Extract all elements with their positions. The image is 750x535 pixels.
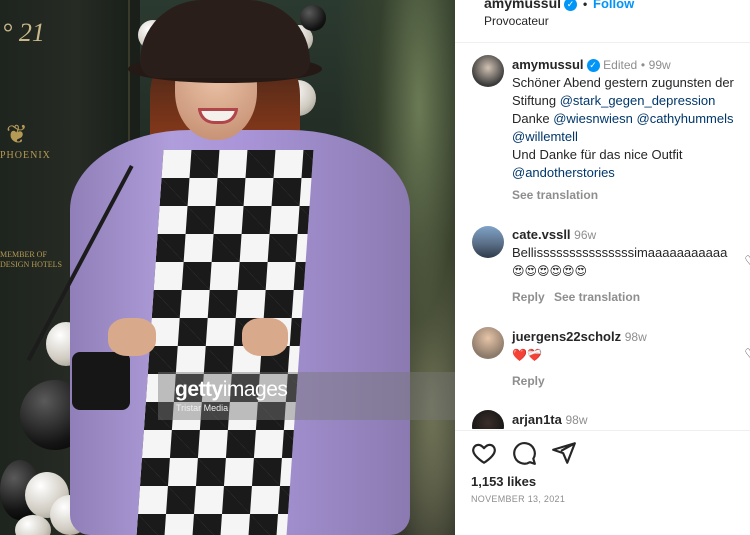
left-hand — [108, 318, 156, 356]
comment-emojis: ❤️❤️‍🩹 — [512, 348, 542, 362]
avatar[interactable] — [472, 55, 504, 87]
avatar[interactable] — [472, 410, 504, 429]
post-photo[interactable]: ° 21 ❦ PHOENIX MEMBER OF DESIGN HOTELS g… — [0, 0, 455, 535]
verified-badge-icon: ✓ — [564, 0, 578, 11]
comment-emojis: 😍😍😍😍😍😍 — [512, 264, 588, 278]
likes-count[interactable]: 1,153 likes — [471, 474, 536, 489]
mention-link[interactable]: @willemtell — [512, 129, 578, 144]
comment-clip: arjan1ta 98w — [455, 405, 750, 429]
watermark-brand-bold: getty — [175, 378, 223, 401]
heart-icon[interactable] — [471, 440, 497, 466]
comment-username[interactable]: juergens22scholz — [512, 329, 621, 344]
caption-line: Und Danke für das nice Outfit — [512, 147, 683, 162]
mention-link[interactable]: @andotherstories — [512, 165, 615, 180]
comment-time: 98w — [565, 413, 588, 427]
reply-button[interactable]: Reply — [512, 290, 545, 304]
verified-badge-icon: ✓ — [586, 59, 600, 72]
bucket-hat — [140, 0, 310, 78]
wall-number: ° 21 — [2, 18, 45, 47]
balloon — [300, 5, 326, 31]
comment-time: 96w — [574, 228, 597, 242]
getty-watermark: gettyimages — [175, 378, 288, 402]
post-side-panel: amymussul ✓ • Follow Provocateur amymussu… — [455, 0, 750, 535]
comment-time: 98w — [624, 330, 647, 344]
caption-line: Schöner Abend gestern zugunsten der — [512, 75, 734, 90]
share-icon[interactable] — [551, 440, 577, 466]
caption-time: 99w — [648, 58, 671, 72]
header-location[interactable]: Provocateur — [484, 14, 549, 28]
comment-like-heart-icon[interactable]: ♡ — [744, 346, 750, 362]
comment: arjan1ta 98w — [512, 411, 750, 429]
watermark-brand-light: images — [222, 378, 288, 401]
see-translation-button[interactable]: See translation — [554, 290, 640, 304]
right-hand — [242, 318, 288, 356]
comment: juergens22scholz 98w ❤️❤️‍🩹 — [512, 328, 750, 364]
mention-link[interactable]: @stark_gegen_depression — [560, 93, 716, 108]
comment-icon[interactable] — [511, 440, 537, 466]
mention-link[interactable]: @wiesnwiesn — [553, 111, 633, 126]
comment-text: Bellisssssssssssssssimaaaaaaaaaaa — [512, 245, 728, 260]
handbag — [72, 352, 130, 410]
watermark-credit: Tristar Media — [176, 403, 229, 413]
edited-label: Edited — [603, 58, 638, 72]
wall-member-text: MEMBER OF DESIGN HOTELS — [0, 250, 62, 269]
caption-line: Stiftung — [512, 93, 557, 108]
actions-divider — [455, 430, 750, 431]
reply-button[interactable]: Reply — [512, 374, 545, 388]
post-header: amymussul ✓ • Follow — [484, 0, 634, 11]
separator-dot: • — [640, 58, 646, 72]
caption-username[interactable]: amymussul — [512, 57, 584, 72]
wall-logo: ❦ PHOENIX — [0, 120, 51, 161]
comment-like-heart-icon[interactable]: ♡ — [744, 253, 750, 269]
avatar[interactable] — [472, 327, 504, 359]
follow-button[interactable]: Follow — [593, 0, 634, 11]
see-translation-button[interactable]: See translation — [512, 188, 598, 202]
header-divider — [455, 42, 750, 43]
wall-logo-text: PHOENIX — [0, 150, 51, 161]
avatar[interactable] — [472, 226, 504, 258]
comment-username[interactable]: cate.vssll — [512, 227, 571, 242]
separator-dot: • — [582, 0, 588, 11]
caption: amymussul ✓ Edited • 99w Schöner Abend ge… — [512, 56, 750, 182]
post-date: NOVEMBER 13, 2021 — [471, 494, 566, 504]
phoenix-bird-icon: ❦ — [6, 120, 29, 149]
caption-line: Danke — [512, 111, 550, 126]
mention-link[interactable]: @cathyhummels — [637, 111, 734, 126]
header-username[interactable]: amymussul — [484, 0, 561, 11]
comment-username[interactable]: arjan1ta — [512, 412, 562, 427]
comment: cate.vssll 96w Bellisssssssssssssssimaaa… — [512, 226, 750, 280]
